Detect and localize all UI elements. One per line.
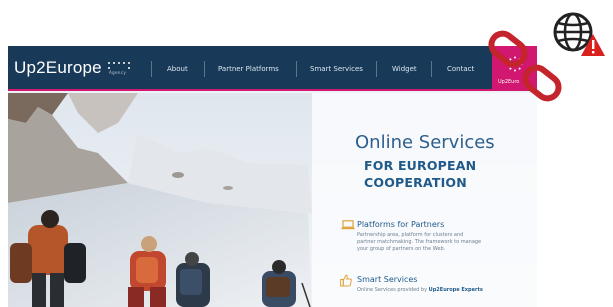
feature-text-line: your group of partners on the Web. (357, 246, 446, 252)
nav-separator (151, 61, 152, 77)
nav-item-widget[interactable]: Widget (392, 65, 417, 73)
hero-title: Online Services (355, 132, 495, 153)
feature-text-line: partner matchmaking. The framework to ma… (357, 239, 482, 245)
logo-stars-icon (108, 62, 130, 69)
nav-item-about[interactable]: About (167, 65, 188, 73)
feature-title-smart-services[interactable]: Smart Services (357, 275, 417, 284)
feature-text-line: Online Services provided by Up2Europe Ex… (357, 287, 483, 294)
nav-item-smart-services[interactable]: Smart Services (310, 65, 363, 73)
broken-link-icon (488, 30, 562, 102)
nav-separator (376, 61, 377, 77)
rock-outcrop (172, 172, 184, 178)
nav-separator (204, 61, 205, 77)
nav-item-partner-platforms[interactable]: Partner Platforms (218, 65, 279, 73)
hero-banner (8, 93, 537, 307)
hero-subtitle-line-1: FOR EUROPEAN (364, 158, 477, 173)
feature-text-prefix: Online Services provided by (357, 287, 428, 293)
site-logo[interactable]: Up2Europe (14, 58, 102, 78)
screenshot: Up2Europe Agency About Partner Platforms… (0, 0, 613, 307)
laptop-icon (341, 220, 355, 230)
feature-text-strong[interactable]: Up2Europe Experts (429, 287, 483, 293)
logo-subtitle: Agency (109, 70, 127, 75)
top-navbar: Up2Europe Agency About Partner Platforms… (8, 46, 537, 91)
hero-subtitle-line-2: COOPERATION (364, 175, 467, 190)
nav-separator (431, 61, 432, 77)
feature-title-platforms[interactable]: Platforms for Partners (357, 220, 444, 229)
feature-text-line: Partnership area, platform for clusters … (357, 232, 464, 238)
nav-separator (296, 61, 297, 77)
nav-item-contact[interactable]: Contact (447, 65, 474, 73)
rock-outcrop (223, 186, 233, 190)
website-frame: Up2Europe Agency About Partner Platforms… (8, 46, 537, 307)
thumbs-up-icon (340, 274, 352, 287)
